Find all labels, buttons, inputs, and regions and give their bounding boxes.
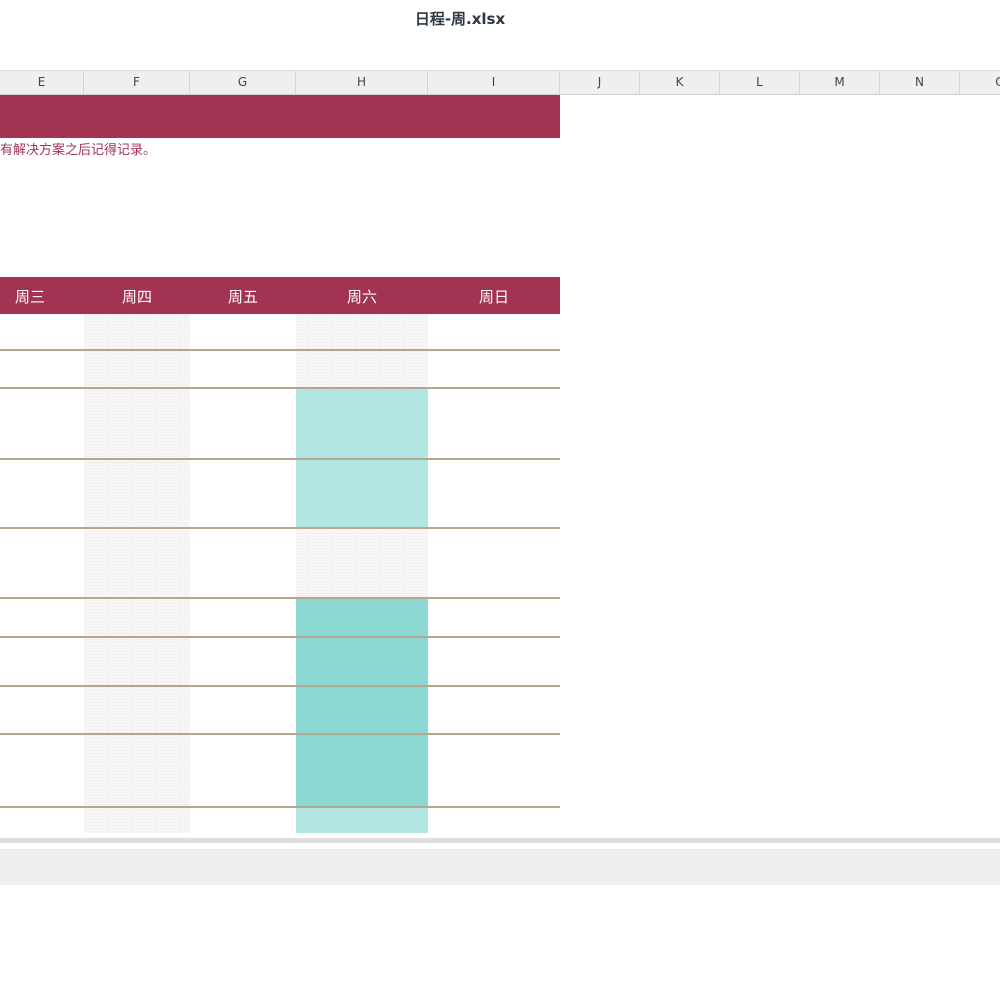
day-header-wednesday[interactable]: 周三 <box>0 277 60 314</box>
instruction-note[interactable]: 有解决方案之后记得记录。 <box>0 139 156 158</box>
column-header-o[interactable]: O <box>960 71 1000 94</box>
status-bar <box>0 849 1000 885</box>
title-banner[interactable] <box>0 95 560 138</box>
day-header-sunday[interactable]: 周日 <box>428 277 560 314</box>
column-header-f[interactable]: F <box>84 71 190 94</box>
row-divider <box>0 806 560 808</box>
row-divider <box>0 349 560 351</box>
day-header-saturday[interactable]: 周六 <box>296 277 428 314</box>
spreadsheet-window: 日程-周.xlsx E F G H I J K L M N O 有解决方案之后记… <box>0 0 1000 990</box>
saturday-teal-block-2[interactable] <box>296 598 428 808</box>
thursday-column-shading <box>84 314 190 833</box>
saturday-shading-middle <box>296 529 428 598</box>
column-header-i[interactable]: I <box>428 71 560 94</box>
column-header-bar: E F G H I J K L M N O <box>0 70 1000 95</box>
row-divider <box>0 458 560 460</box>
day-header-thursday[interactable]: 周四 <box>84 277 190 314</box>
column-header-l[interactable]: L <box>720 71 800 94</box>
column-header-k[interactable]: K <box>640 71 720 94</box>
column-header-n[interactable]: N <box>880 71 960 94</box>
column-header-g[interactable]: G <box>190 71 296 94</box>
row-divider <box>0 527 560 529</box>
horizontal-scrollbar[interactable] <box>0 838 1000 843</box>
day-header-friday[interactable]: 周五 <box>190 277 296 314</box>
column-header-m[interactable]: M <box>800 71 880 94</box>
row-divider <box>0 597 560 599</box>
row-divider <box>0 636 560 638</box>
column-header-e[interactable]: E <box>0 71 84 94</box>
saturday-teal-block-3[interactable] <box>296 808 428 833</box>
column-header-h[interactable]: H <box>296 71 428 94</box>
saturday-shading-top <box>296 314 428 389</box>
row-divider <box>0 387 560 389</box>
column-header-j[interactable]: J <box>560 71 640 94</box>
row-divider <box>0 685 560 687</box>
row-divider <box>0 733 560 735</box>
window-title: 日程-周.xlsx <box>414 10 506 28</box>
